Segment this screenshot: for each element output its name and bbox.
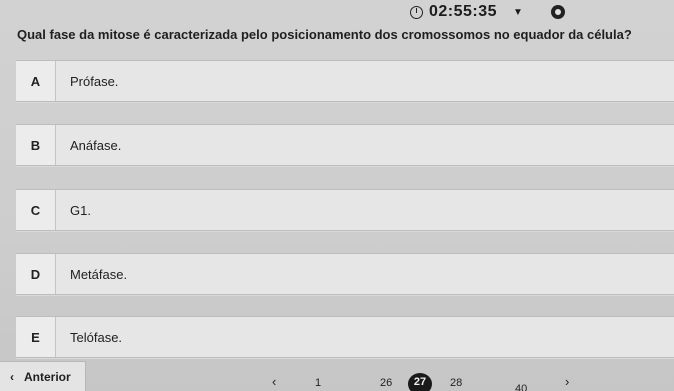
option-label: G1. xyxy=(70,202,91,218)
option-a[interactable]: A Prófase. xyxy=(16,60,674,102)
timer-value: 02:55:35 xyxy=(429,3,498,20)
pagination: ‹ 1 26 27 28 40 › xyxy=(260,367,674,391)
record-icon[interactable] xyxy=(551,5,566,19)
option-c[interactable]: C G1. xyxy=(16,189,674,231)
page-link[interactable]: 28 xyxy=(450,377,462,389)
question-text: Qual fase da mitose é caracterizada pelo… xyxy=(17,27,632,42)
option-letter: B xyxy=(16,125,56,165)
page-link[interactable]: 26 xyxy=(380,377,392,389)
option-label: Anáfase. xyxy=(70,137,122,153)
option-letter: C xyxy=(16,190,56,230)
page-current[interactable]: 27 xyxy=(408,373,432,391)
option-d[interactable]: D Metáfase. xyxy=(16,253,674,295)
clock-icon xyxy=(410,5,423,19)
previous-label: Anterior xyxy=(24,369,71,384)
option-b[interactable]: B Anáfase. xyxy=(16,124,674,166)
footer-nav: ‹ Anterior ‹ 1 26 27 28 40 › xyxy=(0,361,674,391)
option-label: Prófase. xyxy=(70,73,119,89)
pager-prev-icon[interactable]: ‹ xyxy=(272,374,276,389)
option-letter: D xyxy=(16,254,56,294)
option-e[interactable]: E Telófase. xyxy=(16,316,674,358)
pager-next-icon[interactable]: › xyxy=(565,374,569,389)
page-link[interactable]: 40 xyxy=(515,383,527,391)
chevron-left-icon: ‹ xyxy=(10,369,14,384)
option-letter: A xyxy=(16,61,56,101)
option-letter: E xyxy=(16,317,56,357)
caret-down-icon[interactable]: ▼ xyxy=(513,7,523,18)
page-link[interactable]: 1 xyxy=(315,377,321,389)
option-label: Metáfase. xyxy=(70,266,128,282)
timer-bar: 02:55:35 ▼ xyxy=(410,0,566,24)
exam-page: 02:55:35 ▼ Qual fase da mitose é caracte… xyxy=(0,0,674,391)
option-label: Telófase. xyxy=(70,329,123,345)
previous-button[interactable]: ‹ Anterior xyxy=(0,361,86,391)
